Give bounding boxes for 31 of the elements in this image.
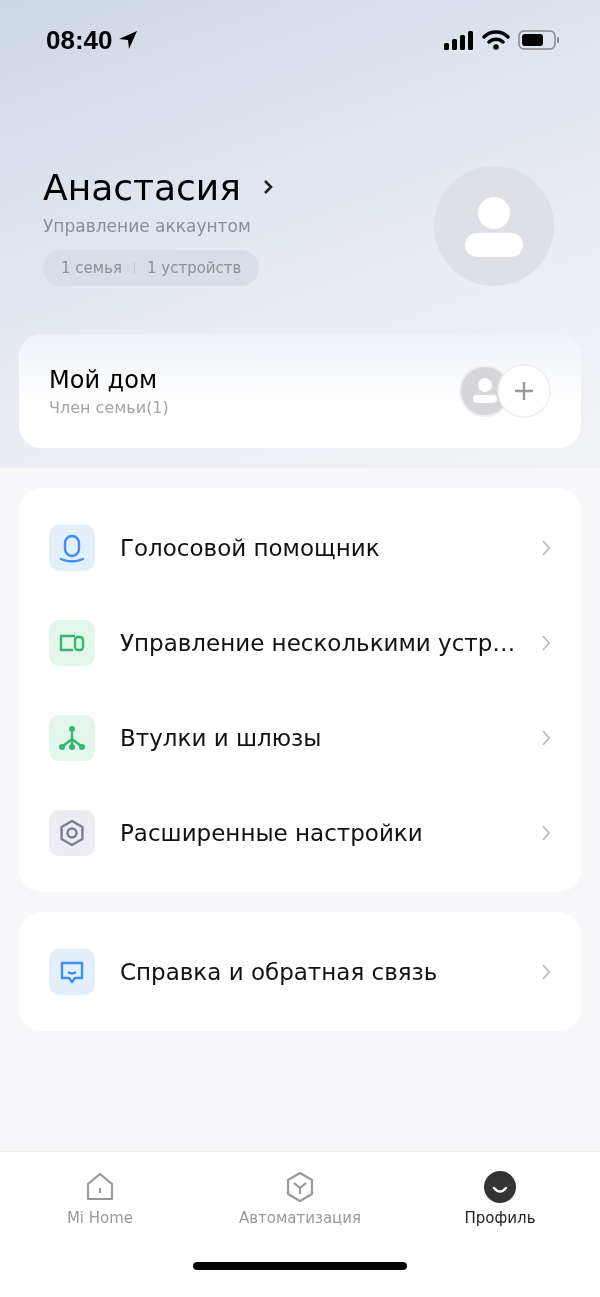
wifi-icon bbox=[482, 30, 510, 50]
chevron-icon bbox=[541, 538, 551, 557]
menu-item[interactable]: Управление несколькими устр… bbox=[19, 595, 581, 690]
battery-icon bbox=[518, 30, 560, 50]
hub-icon bbox=[49, 714, 95, 761]
status-time: 08:40 bbox=[46, 24, 113, 56]
smile-icon bbox=[484, 1171, 516, 1203]
chevron-icon bbox=[541, 633, 551, 652]
chevron-icon bbox=[541, 823, 551, 842]
stat-text: 1 устройств bbox=[146, 258, 242, 277]
signal-icon bbox=[444, 30, 474, 50]
home-subtitle: Член семьи(1) bbox=[49, 397, 169, 417]
menu-item[interactable]: Расширенные настройки bbox=[19, 785, 581, 880]
profile-name-link[interactable]: Анастасия bbox=[43, 166, 275, 208]
devices-icon bbox=[49, 619, 95, 666]
hexagon-icon bbox=[284, 1171, 316, 1203]
add-member-icon[interactable] bbox=[497, 364, 551, 418]
stat-text: 1 семья bbox=[61, 258, 122, 277]
menu-item[interactable]: Справка и обратная связь bbox=[19, 924, 581, 1019]
home-title: Мой дом bbox=[49, 365, 158, 394]
home-card[interactable]: Мой дом Член семьи(1) bbox=[19, 334, 581, 448]
nav-tab[interactable]: Профиль bbox=[400, 1170, 600, 1228]
microphone-icon bbox=[49, 524, 95, 571]
chevron-icon bbox=[541, 962, 551, 981]
chevron-icon bbox=[541, 728, 551, 747]
menu-item[interactable]: Голосовой помощник bbox=[19, 500, 581, 595]
house-icon bbox=[84, 1171, 116, 1203]
settings-icon bbox=[49, 809, 95, 856]
menu-item[interactable]: Втулки и шлюзы bbox=[19, 690, 581, 785]
chat-icon bbox=[49, 948, 95, 995]
account-subtitle: Управление аккаунтом bbox=[43, 215, 251, 236]
